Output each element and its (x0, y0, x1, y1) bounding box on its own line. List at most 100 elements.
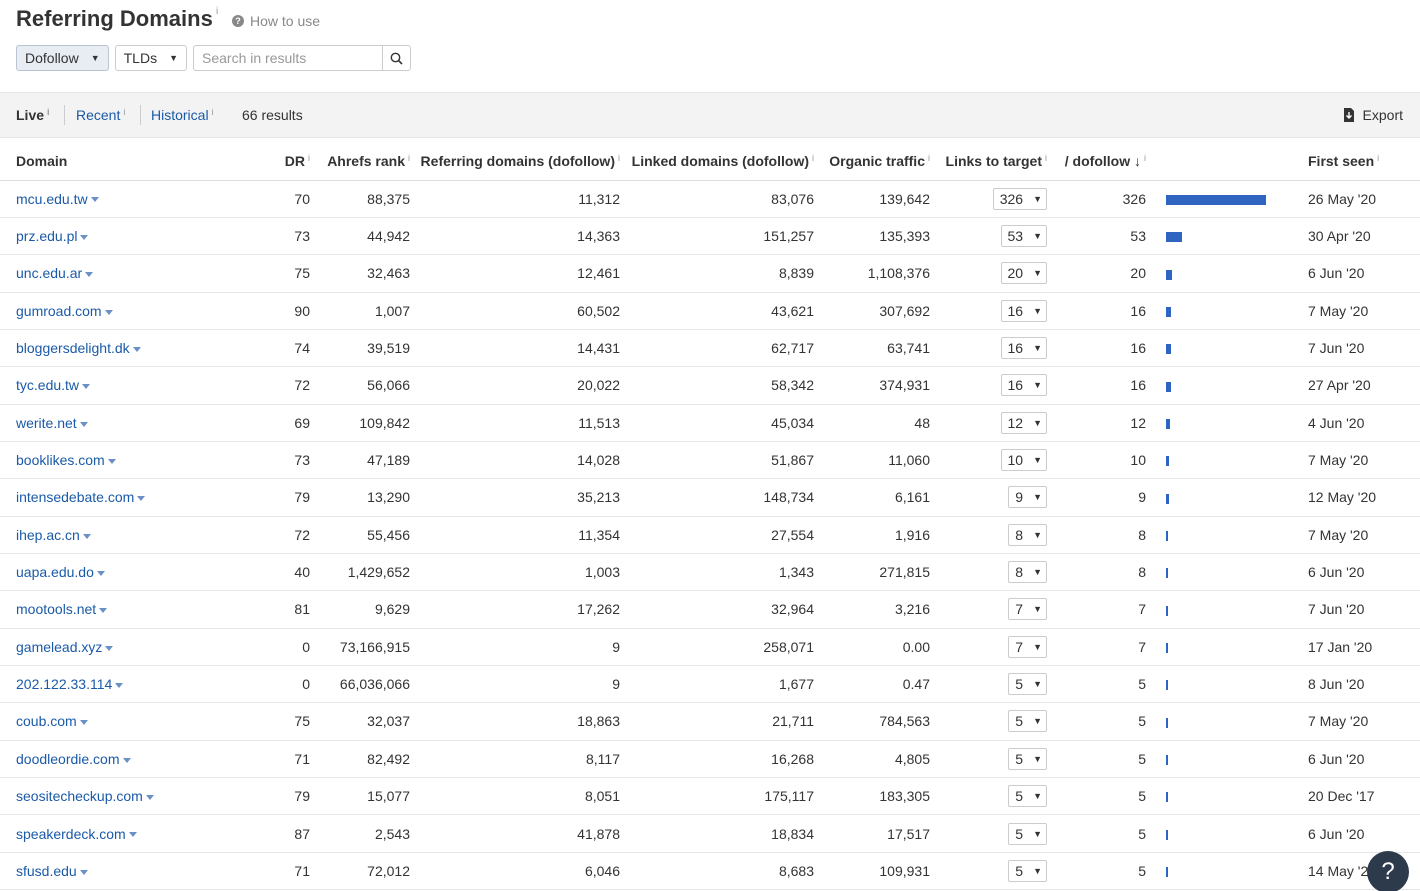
domain-menu-caret-icon[interactable] (80, 234, 89, 240)
domain-menu-caret-icon[interactable] (85, 272, 94, 278)
domain-link[interactable]: unc.edu.ar (16, 265, 82, 281)
domain-link[interactable]: speakerdeck.com (16, 826, 126, 842)
dofollow-cell: 10 (1047, 441, 1146, 480)
domain-link[interactable]: sfusd.edu (16, 863, 77, 879)
links-to-target-dropdown[interactable]: 16 ▼ (1000, 337, 1047, 360)
links-to-target-cell: 8 ▼ (930, 553, 1047, 592)
referring-domains-cell: 60,502 (410, 292, 620, 330)
links-to-target-dropdown[interactable]: 5 ▼ (1008, 785, 1047, 808)
domain-link[interactable]: werite.net (16, 415, 77, 431)
links-to-target-dropdown[interactable]: 16 ▼ (1000, 299, 1047, 322)
links-to-target-dropdown[interactable]: 5 ▼ (1008, 673, 1047, 696)
domain-link[interactable]: doodleordie.com (16, 751, 120, 767)
col-organic-traffic[interactable]: Organic traffic i (814, 143, 930, 181)
info-icon: i (308, 153, 310, 164)
title-info-icon[interactable]: i (216, 6, 218, 17)
domain-link[interactable]: ihep.ac.cn (16, 527, 80, 543)
links-to-target-dropdown[interactable]: 326 ▼ (992, 187, 1047, 210)
linked-domains-cell: 1,677 (620, 665, 814, 704)
links-to-target-dropdown[interactable]: 20 ▼ (1000, 262, 1047, 285)
col-dr[interactable]: DR i (240, 143, 310, 181)
search-input[interactable] (193, 45, 382, 71)
tab-live[interactable]: Live i (16, 107, 50, 123)
referring-domains-cell: 41,878 (410, 814, 620, 853)
links-to-target-dropdown[interactable]: 12 ▼ (1000, 411, 1047, 434)
domain-menu-caret-icon[interactable] (122, 757, 131, 763)
organic-traffic-cell: 1,108,376 (814, 254, 930, 293)
links-to-target-dropdown[interactable]: 5 ▼ (1008, 822, 1047, 845)
links-to-target-dropdown[interactable]: 5 ▼ (1008, 747, 1047, 770)
col-referring-domains[interactable]: Referring domains (dofollow) i (410, 143, 620, 181)
links-to-target-dropdown[interactable]: 10 ▼ (1000, 449, 1047, 472)
domain-link[interactable]: intensedebate.com (16, 489, 134, 505)
dr-cell: 73 (240, 441, 310, 480)
tab-historical[interactable]: Historical i (151, 107, 214, 123)
export-button[interactable]: Export (1343, 107, 1403, 123)
links-to-target-dropdown[interactable]: 53 ▼ (1000, 225, 1047, 248)
links-to-target-dropdown[interactable]: 7 ▼ (1008, 635, 1047, 658)
page-title: Referring Domains (16, 6, 213, 31)
dr-cell: 87 (240, 814, 310, 853)
dofollow-bar-cell (1146, 516, 1308, 554)
domain-link[interactable]: gumroad.com (16, 303, 102, 319)
linked-domains-cell: 258,071 (620, 628, 814, 666)
domain-menu-caret-icon[interactable] (132, 346, 141, 352)
domain-menu-caret-icon[interactable] (137, 496, 146, 502)
domain-menu-caret-icon[interactable] (82, 533, 91, 539)
links-to-target-dropdown[interactable]: 16 ▼ (1000, 374, 1047, 397)
links-to-target-dropdown[interactable]: 5 ▼ (1008, 710, 1047, 733)
domain-menu-caret-icon[interactable] (104, 309, 113, 315)
links-to-target-dropdown[interactable]: 5 ▼ (1008, 859, 1047, 882)
dr-cell: 90 (240, 292, 310, 330)
dofollow-bar-cell (1146, 740, 1308, 779)
referring-domains-cell: 8,051 (410, 777, 620, 816)
links-to-target-dropdown[interactable]: 7 ▼ (1008, 598, 1047, 621)
domain-cell: gumroad.com (0, 292, 240, 330)
domain-link[interactable]: 202.122.33.114 (16, 676, 112, 692)
col-domain[interactable]: Domain (0, 143, 240, 181)
domain-link[interactable]: gamelead.xyz (16, 639, 102, 655)
tlds-dropdown[interactable]: TLDs ▼ (114, 45, 187, 71)
col-first-seen[interactable]: First seen i (1308, 143, 1420, 181)
domain-link[interactable]: tyc.edu.tw (16, 377, 79, 393)
domain-link[interactable]: booklikes.com (16, 452, 105, 468)
domain-link[interactable]: mcu.edu.tw (16, 191, 88, 207)
domain-menu-caret-icon[interactable] (79, 869, 88, 875)
domain-menu-caret-icon[interactable] (128, 832, 137, 838)
links-to-target-dropdown[interactable]: 8 ▼ (1008, 523, 1047, 546)
domain-menu-caret-icon[interactable] (82, 384, 91, 390)
domain-menu-caret-icon[interactable] (96, 570, 105, 576)
col-dofollow[interactable]: / dofollow ↓ i (1047, 143, 1146, 181)
how-to-use-link[interactable]: ? How to use (232, 13, 320, 29)
domain-link[interactable]: bloggersdelight.dk (16, 340, 130, 356)
domain-link[interactable]: mootools.net (16, 601, 96, 617)
search-button[interactable] (382, 45, 411, 71)
info-icon: i (1045, 153, 1047, 164)
domain-link[interactable]: coub.com (16, 713, 77, 729)
domain-link[interactable]: seositecheckup.com (16, 788, 143, 804)
domain-menu-caret-icon[interactable] (145, 794, 154, 800)
links-to-target-cell: 20 ▼ (930, 254, 1047, 293)
domain-link[interactable]: uapa.edu.do (16, 564, 94, 580)
caret-down-icon: ▼ (1033, 343, 1042, 354)
domain-menu-caret-icon[interactable] (105, 645, 114, 651)
links-to-target-dropdown[interactable]: 8 ▼ (1008, 561, 1047, 584)
dofollow-bar-cell (1146, 553, 1308, 592)
tab-recent[interactable]: Recent i (76, 107, 125, 123)
col-links-to-target[interactable]: Links to target i (930, 143, 1047, 181)
links-to-target-cell: 53 ▼ (930, 217, 1047, 256)
domain-menu-caret-icon[interactable] (90, 197, 99, 203)
domain-link[interactable]: prz.edu.pl (16, 228, 77, 244)
domain-menu-caret-icon[interactable] (79, 720, 88, 726)
domain-menu-caret-icon[interactable] (79, 421, 88, 427)
links-to-target-dropdown[interactable]: 9 ▼ (1008, 486, 1047, 509)
dofollow-dropdown[interactable]: Dofollow ▼ (16, 45, 109, 71)
table-row: intensedebate.com 79 13,290 35,213 148,734 6,… (0, 478, 1420, 517)
help-button[interactable]: ? (1367, 851, 1409, 891)
dofollow-cell: 326 (1047, 180, 1146, 218)
domain-menu-caret-icon[interactable] (107, 458, 116, 464)
col-ahrefs-rank[interactable]: Ahrefs rank i (310, 143, 410, 181)
domain-menu-caret-icon[interactable] (115, 682, 124, 688)
col-linked-domains[interactable]: Linked domains (dofollow) i (620, 143, 814, 181)
domain-menu-caret-icon[interactable] (99, 608, 108, 614)
